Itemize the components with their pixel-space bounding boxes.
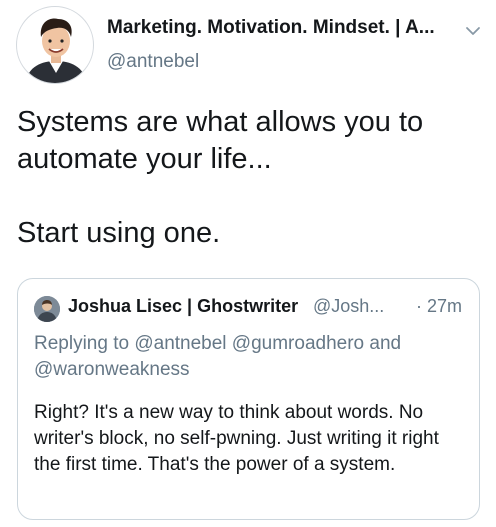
replying-and: and [369, 333, 402, 354]
replying-to: Replying to @antnebel @gumroadhero and @… [34, 331, 454, 383]
replying-prefix: Replying to [34, 333, 130, 354]
tweet-text-line: Systems are what allows you to automate … [17, 106, 424, 175]
replying-last-mention: @waronweakness [34, 359, 190, 380]
tweet-text-line: Start using one. [17, 217, 221, 249]
author-display-name[interactable]: Marketing. Motivation. Mindset. | A... [107, 17, 447, 39]
quoted-author-handle: @Josh... [313, 296, 385, 316]
tweet: Marketing. Motivation. Mindset. | A... @… [0, 0, 496, 527]
quoted-author-name: Joshua Lisec | Ghostwriter [68, 296, 299, 316]
quoted-timestamp: · 27m [415, 296, 462, 316]
author-handle[interactable]: @antnebel [107, 51, 199, 73]
chevron-down-icon[interactable] [462, 20, 484, 42]
tweet-header: Marketing. Motivation. Mindset. | A... @… [0, 0, 496, 96]
replying-mentions: @antnebel @gumroadhero [134, 333, 365, 354]
quoted-tweet[interactable]: Joshua Lisec | Ghostwriter @Josh... · 27… [17, 278, 480, 520]
cartoon-portrait-icon [25, 18, 87, 83]
author-avatar[interactable] [16, 6, 94, 84]
quoted-author-avatar [34, 296, 60, 322]
tweet-text: Systems are what allows you to automate … [17, 104, 479, 252]
quoted-tweet-text: Right? It's a new way to think about wor… [34, 402, 439, 475]
person-photo-icon [34, 296, 60, 322]
